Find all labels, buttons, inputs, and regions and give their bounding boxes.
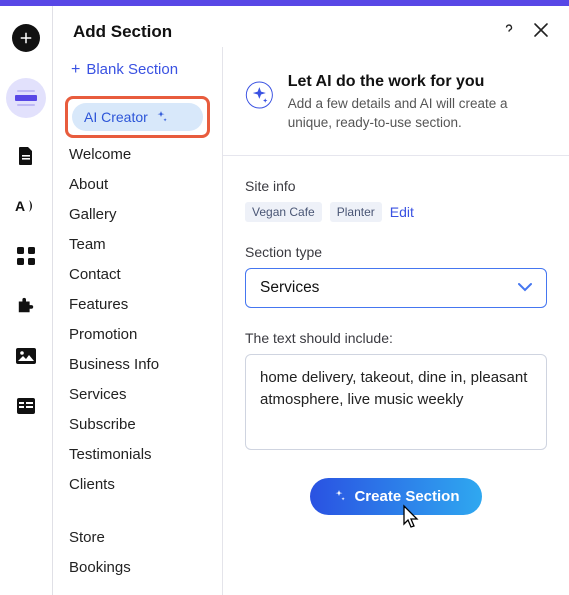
site-info-label: Site info: [245, 178, 547, 194]
add-button[interactable]: [12, 24, 40, 52]
section-icon: [15, 90, 37, 106]
puzzle-icon: [17, 297, 35, 315]
sidebar-item-store[interactable]: Store: [69, 529, 206, 546]
apps-button[interactable]: [14, 244, 38, 268]
sidebar-item-about[interactable]: About: [69, 176, 206, 193]
section-type-label: Section type: [245, 244, 547, 260]
site-info-tag: Planter: [330, 202, 382, 222]
sidebar-item-testimonials[interactable]: Testimonials: [69, 446, 206, 463]
sidebar-item-bookings[interactable]: Bookings: [69, 559, 206, 576]
close-button[interactable]: [533, 22, 549, 41]
section-type-value: Services: [260, 279, 319, 297]
sidebar-item-features[interactable]: Features: [69, 296, 206, 313]
page-icon: [17, 146, 35, 166]
chevron-down-icon: [518, 279, 532, 297]
site-info-tag: Vegan Cafe: [245, 202, 322, 222]
addons-button[interactable]: [14, 294, 38, 318]
help-icon: [499, 20, 519, 40]
close-icon: [533, 22, 549, 38]
section-type-list: Welcome About Gallery Team Contact Featu…: [65, 142, 210, 576]
sidebar-item-subscribe[interactable]: Subscribe: [69, 416, 206, 433]
site-info-chips: Vegan Cafe Planter Edit: [245, 202, 547, 222]
sparkle-icon: [332, 489, 346, 503]
blank-section-button[interactable]: + Blank Section: [65, 53, 210, 92]
sidebar-item-clients[interactable]: Clients: [69, 476, 206, 493]
ai-hero-title: Let AI do the work for you: [288, 73, 547, 91]
theme-icon: A: [15, 197, 37, 215]
ai-form-column: Let AI do the work for you Add a few det…: [223, 47, 569, 595]
section-button[interactable]: [6, 78, 46, 118]
sidebar-item-welcome[interactable]: Welcome: [69, 146, 206, 163]
blank-section-label: Blank Section: [86, 61, 178, 78]
sparkle-icon: [154, 110, 168, 124]
highlight-frame: AI Creator: [65, 96, 210, 138]
create-section-label: Create Section: [354, 488, 459, 505]
panel-title: Add Section: [73, 22, 172, 42]
ai-creator-label: AI Creator: [84, 109, 148, 125]
edit-site-info-link[interactable]: Edit: [390, 204, 414, 220]
ai-hero: Let AI do the work for you Add a few det…: [245, 73, 547, 133]
help-button[interactable]: [499, 20, 519, 43]
section-list-column: + Blank Section AI Creator Welcome About…: [53, 47, 223, 595]
page-button[interactable]: [14, 144, 38, 168]
section-type-select[interactable]: Services: [245, 268, 547, 308]
image-icon: [16, 348, 36, 364]
panel-header: Add Section: [53, 6, 569, 47]
sidebar-item-services[interactable]: Services: [69, 386, 206, 403]
theme-button[interactable]: A: [14, 194, 38, 218]
sidebar-item-contact[interactable]: Contact: [69, 266, 206, 283]
ai-creator-tab[interactable]: AI Creator: [72, 103, 203, 131]
ai-hero-subtitle: Add a few details and AI will create a u…: [288, 95, 547, 133]
sidebar-item-promotion[interactable]: Promotion: [69, 326, 206, 343]
left-rail: A: [0, 6, 52, 595]
sidebar-item-business-info[interactable]: Business Info: [69, 356, 206, 373]
media-button[interactable]: [14, 344, 38, 368]
plus-icon: +: [71, 62, 80, 78]
plus-icon: [17, 29, 35, 47]
text-include-label: The text should include:: [245, 330, 547, 346]
table-icon: [17, 398, 35, 414]
divider: [223, 155, 569, 156]
sparkle-circle-icon: [245, 73, 274, 117]
create-section-button[interactable]: Create Section: [310, 478, 481, 515]
text-include-input[interactable]: home delivery, takeout, dine in, pleasan…: [245, 354, 547, 450]
sidebar-item-team[interactable]: Team: [69, 236, 206, 253]
table-button[interactable]: [14, 394, 38, 418]
svg-text:A: A: [15, 198, 25, 214]
sidebar-item-gallery[interactable]: Gallery: [69, 206, 206, 223]
apps-icon: [17, 247, 35, 265]
